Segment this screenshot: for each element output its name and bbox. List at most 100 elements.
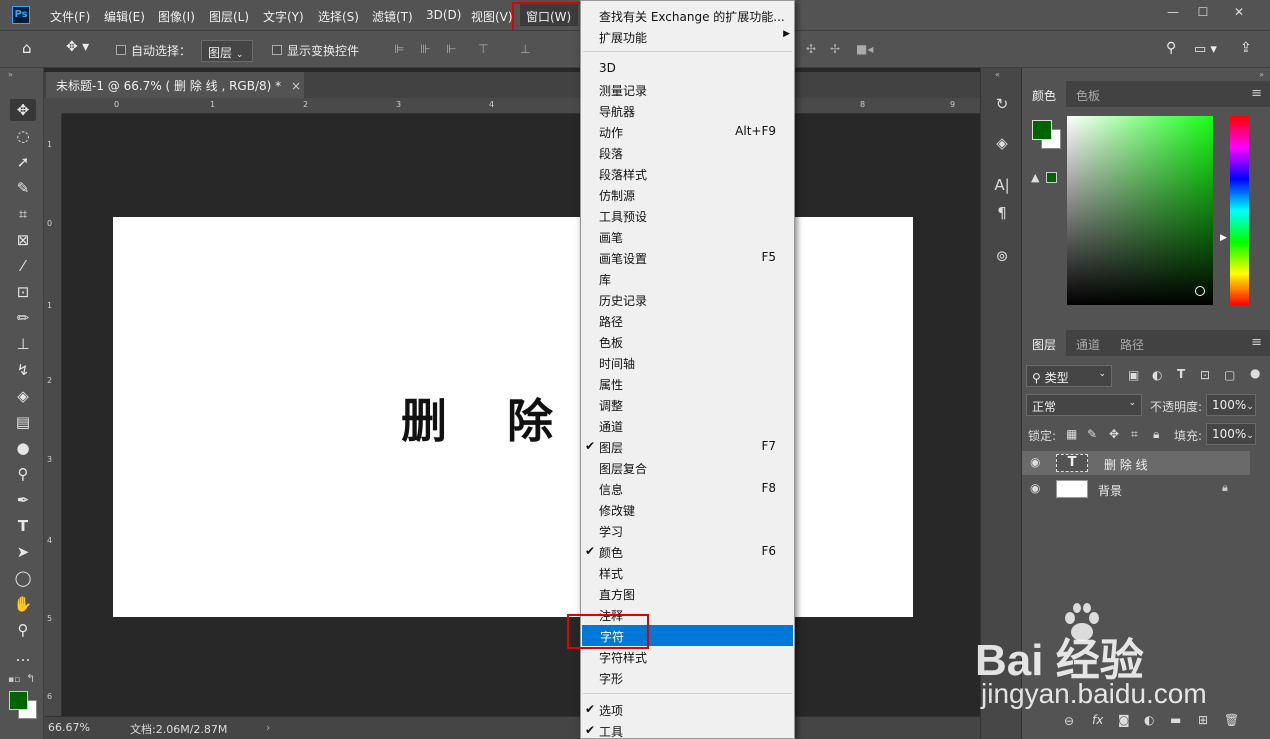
filter-adjustment-icon[interactable]: ◐	[1152, 368, 1162, 382]
filter-pixel-icon[interactable]: ▣	[1128, 368, 1139, 382]
properties-panel-icon[interactable]: ⊚	[991, 245, 1013, 267]
menu-item-adjustments[interactable]: 调整	[581, 394, 794, 415]
collapse-icon[interactable]: »	[1259, 70, 1264, 79]
close-icon[interactable]: ×	[291, 79, 301, 93]
layer-row-background[interactable]: ◉ 背景 🔒︎	[1022, 477, 1250, 501]
eye-icon[interactable]: ◉	[1030, 455, 1040, 469]
layer-filter-select[interactable]: ⚲ 类型 ⌄	[1026, 365, 1112, 387]
menu-item-history[interactable]: 历史记录	[581, 289, 794, 310]
eyedropper-tool-icon[interactable]: ⁄	[10, 255, 36, 277]
menu-view[interactable]: 视图(V)	[471, 8, 513, 25]
character-panel-icon[interactable]: A|	[991, 174, 1013, 196]
menu-item-extensions[interactable]: 扩展功能 ▶	[581, 26, 794, 47]
menu-item-3d[interactable]: 3D	[581, 58, 794, 79]
auto-select-target-select[interactable]: 图层 ⌄	[201, 40, 253, 62]
quick-select-tool-icon[interactable]: ✎	[10, 177, 36, 199]
type-tool-icon[interactable]: T	[10, 515, 36, 537]
menu-filter[interactable]: 滤镜(T)	[372, 8, 413, 25]
minimize-button[interactable]: —	[1162, 4, 1184, 20]
share-icon[interactable]: ⇪	[1240, 40, 1252, 56]
move-tool-preset-icon[interactable]: ✥ ▾	[66, 39, 89, 55]
move-tool-icon[interactable]: ✥	[10, 99, 36, 121]
lock-transparent-icon[interactable]: ▦	[1066, 427, 1077, 441]
status-menu-arrow-icon[interactable]: ›	[266, 721, 270, 734]
menu-item-tool-presets[interactable]: 工具预设	[581, 205, 794, 226]
search-icon[interactable]: ⚲	[1166, 40, 1176, 56]
foreground-color-swatch[interactable]	[9, 691, 28, 710]
menu-item-navigator[interactable]: 导航器	[581, 100, 794, 121]
filter-toggle-icon[interactable]: ●	[1250, 366, 1260, 380]
menu-item-paragraph-styles[interactable]: 段落样式	[581, 163, 794, 184]
menu-item-glyphs[interactable]: 字形	[581, 667, 794, 688]
color-picker-ring[interactable]	[1195, 286, 1205, 296]
fill-input[interactable]: 100%⌄	[1206, 423, 1256, 445]
tab-layers[interactable]: 图层	[1022, 330, 1067, 356]
more-tools-icon[interactable]: …	[10, 645, 36, 667]
3d-panel-icon[interactable]: ◈	[991, 132, 1013, 154]
hue-slider-handle-icon[interactable]: ▶	[1220, 233, 1227, 243]
menu-item-layers[interactable]: ✔ 图层 F7	[581, 436, 794, 457]
maximize-button[interactable]: ☐	[1192, 4, 1214, 20]
dodge-tool-icon[interactable]: ⚲	[10, 463, 36, 485]
auto-select-checkbox[interactable]	[116, 45, 126, 55]
gradient-tool-icon[interactable]: ▤	[10, 411, 36, 433]
menu-item-modifier-keys[interactable]: 修改键	[581, 499, 794, 520]
collapse-icon[interactable]: »	[8, 70, 13, 79]
show-transform-checkbox[interactable]	[272, 45, 282, 55]
menu-item-tools[interactable]: ✔ 工具	[581, 720, 794, 739]
menu-item-brushes[interactable]: 画笔	[581, 226, 794, 247]
lock-artboard-icon[interactable]: ⌗	[1131, 427, 1138, 442]
menu-item-find-extensions[interactable]: 查找有关 Exchange 的扩展功能...	[581, 5, 794, 26]
pen-tool-icon[interactable]: ✒	[10, 489, 36, 511]
3d-pan-icon[interactable]: ✢	[830, 42, 840, 56]
zoom-tool-icon[interactable]: ⚲	[10, 619, 36, 641]
menu-item-styles[interactable]: 样式	[581, 562, 794, 583]
color-picker-field[interactable]	[1067, 116, 1213, 305]
menu-layer[interactable]: 图层(L)	[209, 8, 249, 25]
tab-paths[interactable]: 路径	[1110, 330, 1154, 356]
menu-item-channels[interactable]: 通道	[581, 415, 794, 436]
blend-mode-select[interactable]: 正常 ⌄	[1026, 394, 1142, 416]
eraser-tool-icon[interactable]: ◈	[10, 385, 36, 407]
tab-color[interactable]: 颜色	[1022, 81, 1067, 107]
tab-channels[interactable]: 通道	[1066, 330, 1110, 356]
align-center-icon[interactable]: ⊪	[420, 42, 430, 56]
menu-item-info[interactable]: 信息 F8	[581, 478, 794, 499]
lock-position-icon[interactable]: ✥	[1109, 427, 1119, 441]
eye-icon[interactable]: ◉	[1030, 481, 1040, 495]
history-brush-tool-icon[interactable]: ↯	[10, 359, 36, 381]
hand-tool-icon[interactable]: ✋	[10, 593, 36, 615]
marquee-tool-icon[interactable]: ◌	[10, 125, 36, 147]
lock-all-icon[interactable]: 🔒︎	[1153, 427, 1159, 442]
menu-item-brush-settings[interactable]: 画笔设置 F5	[581, 247, 794, 268]
opacity-input[interactable]: 100%⌄	[1206, 394, 1256, 416]
align-top-icon[interactable]: ⊤	[478, 42, 488, 56]
lock-image-icon[interactable]: ✎	[1087, 427, 1097, 441]
menu-edit[interactable]: 编辑(E)	[104, 8, 145, 25]
menu-item-properties[interactable]: 属性	[581, 373, 794, 394]
3d-video-icon[interactable]: ■◂	[856, 42, 873, 56]
menu-select[interactable]: 选择(S)	[318, 8, 359, 25]
menu-item-timeline[interactable]: 时间轴	[581, 352, 794, 373]
web-safe-color-swatch[interactable]	[1046, 172, 1057, 183]
menu-item-actions[interactable]: 动作 Alt+F9	[581, 121, 794, 142]
menu-type[interactable]: 文字(Y)	[263, 8, 304, 25]
path-select-tool-icon[interactable]: ➤	[10, 541, 36, 563]
default-colors-icon[interactable]: ▪▫	[8, 675, 20, 685]
brush-tool-icon[interactable]: ✏	[10, 307, 36, 329]
frame-tool-icon[interactable]: ⊠	[10, 229, 36, 251]
color-panel-foreground-swatch[interactable]	[1032, 120, 1052, 140]
zoom-level[interactable]: 66.67%	[48, 721, 90, 734]
history-panel-icon[interactable]: ↻	[991, 93, 1013, 115]
menu-item-learn[interactable]: 学习	[581, 520, 794, 541]
3d-orbit-icon[interactable]: ✣	[806, 42, 816, 56]
crop-tool-icon[interactable]: ⌗	[10, 203, 36, 225]
document-tab[interactable]: 未标题-1 @ 66.7% ( 删 除 线 , RGB/8) * ×	[46, 72, 304, 98]
menu-item-paths[interactable]: 路径	[581, 310, 794, 331]
menu-item-clone-source[interactable]: 仿制源	[581, 184, 794, 205]
align-left-icon[interactable]: ⊫	[394, 42, 404, 56]
panel-menu-icon[interactable]: ≡	[1251, 335, 1262, 350]
hue-slider[interactable]	[1230, 116, 1249, 305]
menu-item-layer-comps[interactable]: 图层复合	[581, 457, 794, 478]
lasso-tool-icon[interactable]: ➚	[10, 151, 36, 173]
